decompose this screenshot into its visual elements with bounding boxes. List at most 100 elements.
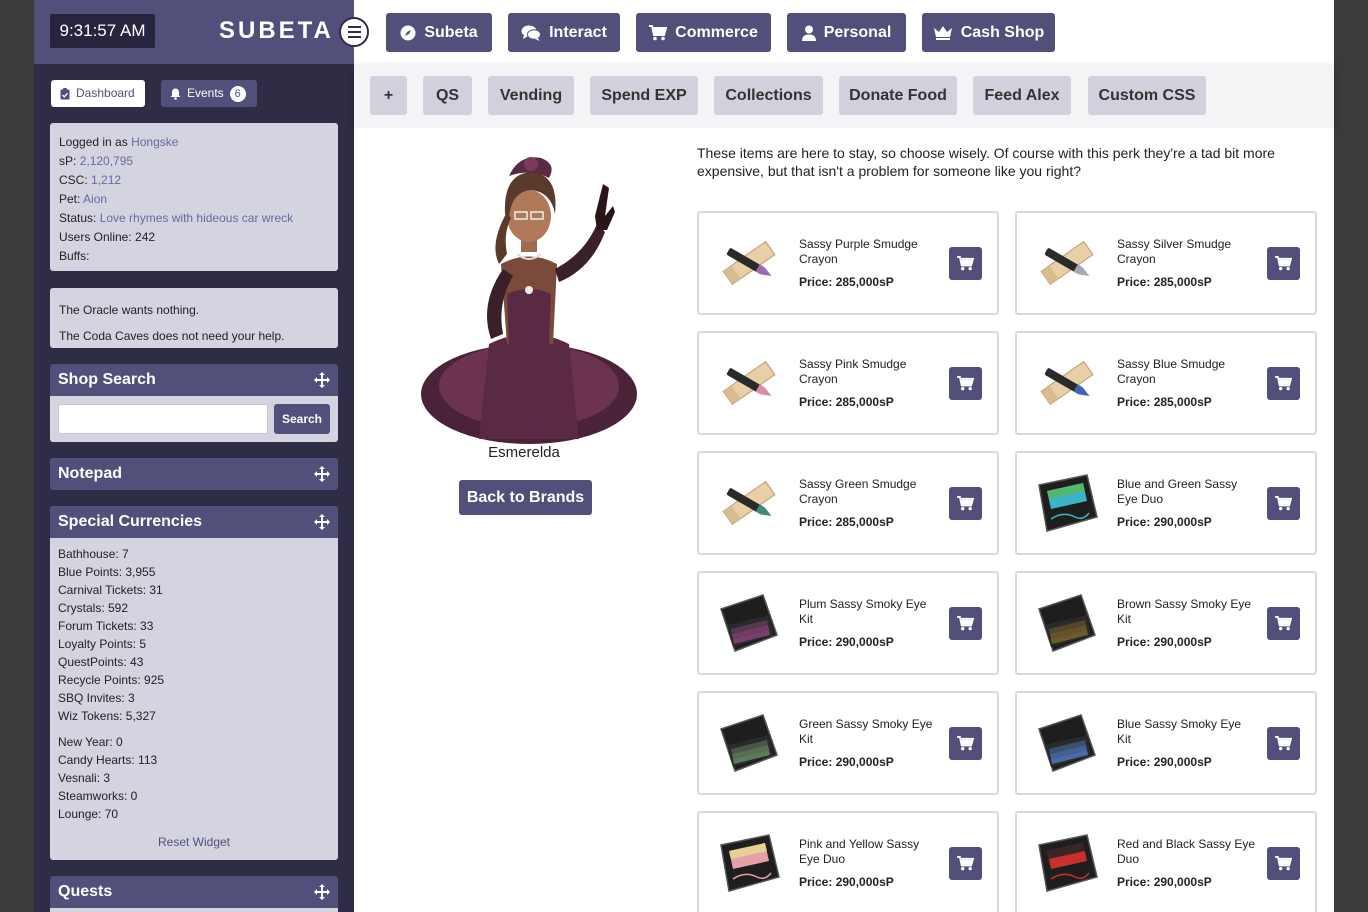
cart-icon: [1275, 616, 1292, 631]
add-to-cart-button[interactable]: [1267, 367, 1300, 400]
item-name[interactable]: Brown Sassy Smoky Eye Kit: [1117, 597, 1257, 627]
add-to-cart-button[interactable]: [1267, 607, 1300, 640]
nav-subeta-label: Subeta: [424, 23, 478, 41]
item-price: Price: 285,000sP: [799, 515, 894, 529]
currencies-header[interactable]: Special Currencies: [50, 506, 338, 538]
eye-kit-item-image: [720, 714, 778, 772]
item-name[interactable]: Blue and Green Sassy Eye Duo: [1117, 477, 1257, 507]
add-to-cart-button[interactable]: [949, 847, 982, 880]
price-label: Price:: [799, 395, 833, 409]
csc-value[interactable]: 1,212: [91, 173, 121, 187]
move-icon[interactable]: [314, 514, 330, 530]
user-info-panel: Logged in as Hongske sP: 2,120,795 CSC: …: [50, 123, 338, 271]
item-name[interactable]: Plum Sassy Smoky Eye Kit: [799, 597, 939, 627]
csc-label: CSC:: [59, 173, 88, 187]
nav-cash-shop-label: Cash Shop: [960, 23, 1045, 41]
add-to-cart-button[interactable]: [949, 727, 982, 760]
shop-item-card[interactable]: Red and Black Sassy Eye Duo Price: 290,0…: [1015, 811, 1317, 912]
price-label: Price:: [799, 875, 833, 889]
shop-item-card[interactable]: Sassy Blue Smudge Crayon Price: 285,000s…: [1015, 331, 1317, 435]
add-to-cart-button[interactable]: [949, 487, 982, 520]
subnav-feed-alex[interactable]: Feed Alex: [973, 76, 1071, 115]
cart-icon: [957, 496, 974, 511]
subnav-add[interactable]: +: [370, 76, 407, 115]
shop-item-card[interactable]: Blue Sassy Smoky Eye Kit Price: 290,000s…: [1015, 691, 1317, 795]
nav-interact[interactable]: Interact: [508, 13, 620, 52]
currency-row: Vesnali: 3: [58, 771, 111, 785]
subnav-spend-exp[interactable]: Spend EXP: [590, 76, 698, 115]
shop-search-header[interactable]: Shop Search: [50, 364, 338, 396]
cart-icon: [1275, 856, 1292, 871]
subnav-vending[interactable]: Vending: [488, 76, 574, 115]
item-name[interactable]: Sassy Silver Smudge Crayon: [1117, 237, 1257, 267]
notepad-header[interactable]: Notepad: [50, 458, 338, 490]
add-to-cart-button[interactable]: [1267, 487, 1300, 520]
currency-row: QuestPoints: 43: [58, 655, 144, 669]
item-name[interactable]: Blue Sassy Smoky Eye Kit: [1117, 717, 1257, 747]
shop-item-card[interactable]: Plum Sassy Smoky Eye Kit Price: 290,000s…: [697, 571, 999, 675]
cart-icon: [1275, 376, 1292, 391]
sp-value[interactable]: 2,120,795: [80, 154, 133, 168]
item-name[interactable]: Sassy Purple Smudge Crayon: [799, 237, 939, 267]
add-to-cart-button[interactable]: [1267, 847, 1300, 880]
shop-item-card[interactable]: Pink and Yellow Sassy Eye Duo Price: 290…: [697, 811, 999, 912]
currency-row: Crystals: 592: [58, 601, 129, 615]
shop-item-card[interactable]: Sassy Green Smudge Crayon Price: 285,000…: [697, 451, 999, 555]
username-link[interactable]: Hongske: [131, 135, 178, 149]
shop-item-card[interactable]: Green Sassy Smoky Eye Kit Price: 290,000…: [697, 691, 999, 795]
site-logo[interactable]: SUBETA: [219, 17, 334, 45]
add-to-cart-button[interactable]: [949, 367, 982, 400]
item-name[interactable]: Sassy Green Smudge Crayon: [799, 477, 939, 507]
logged-in-label: Logged in as: [59, 135, 128, 149]
move-icon[interactable]: [314, 466, 330, 482]
subnav-donate-food[interactable]: Donate Food: [839, 76, 957, 115]
quests-header[interactable]: Quests: [50, 876, 338, 908]
add-to-cart-button[interactable]: [1267, 727, 1300, 760]
crayon-item-image: [722, 480, 776, 526]
reset-widget-link[interactable]: Reset Widget: [50, 833, 338, 851]
item-name[interactable]: Pink and Yellow Sassy Eye Duo: [799, 837, 939, 867]
shop-item-card[interactable]: Sassy Silver Smudge Crayon Price: 285,00…: [1015, 211, 1317, 315]
dashboard-button[interactable]: Dashboard: [51, 80, 145, 107]
events-button[interactable]: Events 6: [161, 80, 257, 107]
price-value: 290,000sP: [1153, 515, 1212, 529]
subnav-custom-css[interactable]: Custom CSS: [1088, 76, 1206, 115]
price-value: 285,000sP: [835, 395, 894, 409]
price-value: 285,000sP: [835, 515, 894, 529]
subnav-collections[interactable]: Collections: [714, 76, 823, 115]
oracle-notice[interactable]: The Oracle wants nothing.: [59, 297, 329, 323]
status-link[interactable]: Love rhymes with hideous car wreck: [100, 211, 293, 225]
nav-commerce[interactable]: Commerce: [636, 13, 771, 52]
add-to-cart-button[interactable]: [949, 247, 982, 280]
shop-item-card[interactable]: Sassy Purple Smudge Crayon Price: 285,00…: [697, 211, 999, 315]
move-icon[interactable]: [314, 372, 330, 388]
shop-item-card[interactable]: Brown Sassy Smoky Eye Kit Price: 290,000…: [1015, 571, 1317, 675]
move-icon[interactable]: [314, 884, 330, 900]
currency-row: Bathhouse: 7: [58, 547, 129, 561]
currency-row: Blue Points: 3,955: [58, 565, 156, 579]
hamburger-menu-button[interactable]: [339, 17, 369, 47]
pet-link[interactable]: Aion: [83, 192, 107, 206]
hamburger-line: [347, 31, 361, 33]
item-name[interactable]: Green Sassy Smoky Eye Kit: [799, 717, 939, 747]
compass-icon: [400, 25, 416, 40]
nav-personal[interactable]: Personal: [787, 13, 906, 52]
subnav-qs[interactable]: QS: [423, 76, 472, 115]
item-name[interactable]: Red and Black Sassy Eye Duo: [1117, 837, 1257, 867]
back-to-brands-button[interactable]: Back to Brands: [459, 480, 592, 515]
item-name[interactable]: Sassy Pink Smudge Crayon: [799, 357, 939, 387]
add-to-cart-button[interactable]: [949, 607, 982, 640]
shop-item-card[interactable]: Blue and Green Sassy Eye Duo Price: 290,…: [1015, 451, 1317, 555]
coda-notice[interactable]: The Coda Caves does not need your help.: [59, 323, 329, 349]
shop-search-body: Search: [50, 396, 338, 442]
nav-subeta[interactable]: Subeta: [386, 13, 492, 52]
pet-row: Pet: Aion: [59, 190, 329, 209]
shop-search-button[interactable]: Search: [274, 404, 330, 434]
shop-item-card[interactable]: Sassy Pink Smudge Crayon Price: 285,000s…: [697, 331, 999, 435]
sp-label: sP:: [59, 154, 77, 168]
item-name[interactable]: Sassy Blue Smudge Crayon: [1117, 357, 1257, 387]
buffs-label: Buffs:: [59, 249, 90, 263]
add-to-cart-button[interactable]: [1267, 247, 1300, 280]
shop-search-input[interactable]: [58, 404, 268, 434]
nav-cash-shop[interactable]: Cash Shop: [922, 13, 1055, 52]
